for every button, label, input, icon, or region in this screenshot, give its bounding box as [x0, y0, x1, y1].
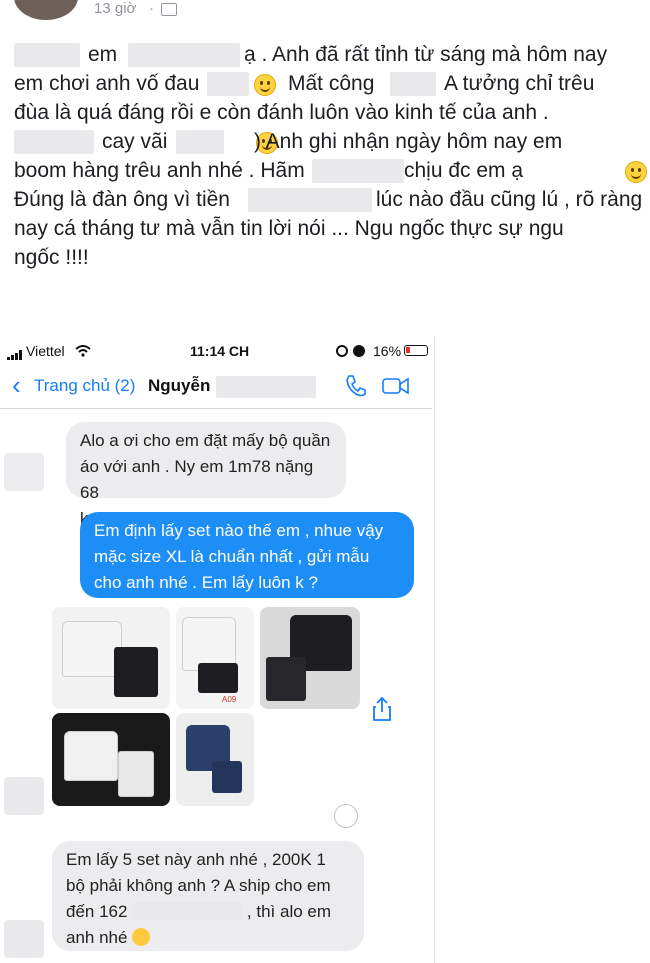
ios-status-bar: Viettel 11:14 CH 16% [0, 338, 430, 366]
post-text-segment: Đúng là đàn ông vì tiền [14, 188, 230, 211]
contact-avatar [4, 920, 44, 958]
redacted-block [390, 72, 436, 96]
post-text-segment: chịu đc em ạ [404, 159, 524, 182]
conversation-header: ‹ Trang chủ (2) Nguyễn [0, 366, 432, 409]
post-text-segment: cay vãi [102, 130, 168, 153]
post-text-segment: Mất công [288, 72, 375, 95]
back-button[interactable]: Trang chủ (2) [34, 376, 135, 396]
post-text-segment: em [88, 43, 118, 66]
message-line: Alo a ơi cho em đặt mấy bộ quần [80, 431, 331, 450]
friends-privacy-icon[interactable] [161, 3, 177, 16]
dot-separator: · [149, 0, 154, 17]
redacted-block [216, 376, 316, 398]
message-text: anh nhé [66, 928, 128, 947]
location-icon [336, 345, 348, 357]
message-bubble-outgoing: Em định lấy set nào thế em , nhue vậy mặ… [80, 512, 414, 598]
smiley-emoji-icon [624, 161, 647, 183]
post-text-segment: em chơi anh vố đau [14, 72, 200, 95]
battery-percent: 16% [373, 343, 402, 359]
message-line: Em lấy 5 set này anh nhé , 200K 1 [66, 850, 326, 869]
phone-call-icon[interactable] [344, 374, 366, 403]
contact-name[interactable]: Nguyễn [148, 376, 210, 396]
signal-bars-icon [7, 347, 23, 360]
message-bubble-incoming: Alo a ơi cho em đặt mấy bộ quần áo với a… [66, 422, 346, 528]
video-call-icon[interactable] [382, 376, 410, 401]
post-text-segment: nay cá tháng tư mà vẫn tin lời nói ... N… [14, 217, 564, 240]
alarm-icon [353, 345, 365, 357]
address-start: đến 162 [66, 902, 128, 921]
contact-avatar [4, 777, 44, 815]
product-photo[interactable] [52, 607, 170, 709]
redacted-block [128, 43, 240, 67]
post-text-segment: lúc nào đầu cũng lú , rõ ràng [376, 188, 643, 211]
message-line-address: đến 162 , thì alo em [66, 899, 350, 925]
message-line: cho anh nhé . Em lấy luôn k ? [94, 573, 318, 592]
message-line: Em định lấy set nào thế em , nhue vậy [94, 521, 384, 540]
redacted-block [176, 130, 224, 154]
carrier-label: Viettel [26, 343, 65, 359]
back-chevron-icon[interactable]: ‹ [12, 370, 21, 401]
redacted-block [248, 188, 372, 212]
product-photo[interactable] [260, 607, 360, 709]
redacted-block [132, 902, 243, 920]
post-text-segment: ) Anh ghi nhận ngày hôm nay em [254, 130, 563, 153]
product-photo[interactable] [52, 713, 170, 806]
battery-icon [404, 345, 428, 356]
product-photo[interactable] [176, 713, 254, 806]
post-text-segment: đùa là quá đáng rồi e còn đánh luôn vào … [14, 101, 549, 124]
photo-tag: A09 [222, 695, 237, 704]
redacted-block [207, 72, 249, 96]
address-end: , thì alo em [246, 902, 332, 921]
post-text-segment: boom hàng trêu anh nhé . Hãm [14, 159, 305, 182]
post-time[interactable]: 13 giờ [94, 0, 136, 17]
message-bubble-incoming: Em lấy 5 set này anh nhé , 200K 1 bộ phả… [52, 841, 364, 951]
message-line: mặc size XL là chuẩn nhất , gửi mẫu [94, 547, 370, 566]
redacted-block [14, 43, 80, 67]
post-text-segment: A tưởng chỉ trêu [444, 72, 595, 95]
add-reaction-icon[interactable] [334, 804, 358, 828]
message-line-last: anh nhé [66, 925, 350, 951]
message-line: áo với anh . Ny em 1m78 nặng 68 [80, 457, 314, 502]
blush-emoji-icon [132, 928, 151, 946]
smiley-emoji-icon [254, 74, 276, 96]
share-icon[interactable] [372, 696, 392, 727]
post-text-segment: ạ . Anh đã rất tỉnh từ sáng mà hôm nay [244, 43, 608, 66]
clock-label: 11:14 CH [190, 343, 250, 359]
contact-avatar [4, 453, 44, 491]
product-photo[interactable]: A09 [176, 607, 254, 709]
redacted-block [312, 159, 404, 183]
wifi-icon [75, 344, 91, 360]
post-text-segment: ngốc !!!! [14, 246, 89, 269]
message-line: bộ phải không anh ? A ship cho em [66, 876, 331, 895]
redacted-block [14, 130, 94, 154]
